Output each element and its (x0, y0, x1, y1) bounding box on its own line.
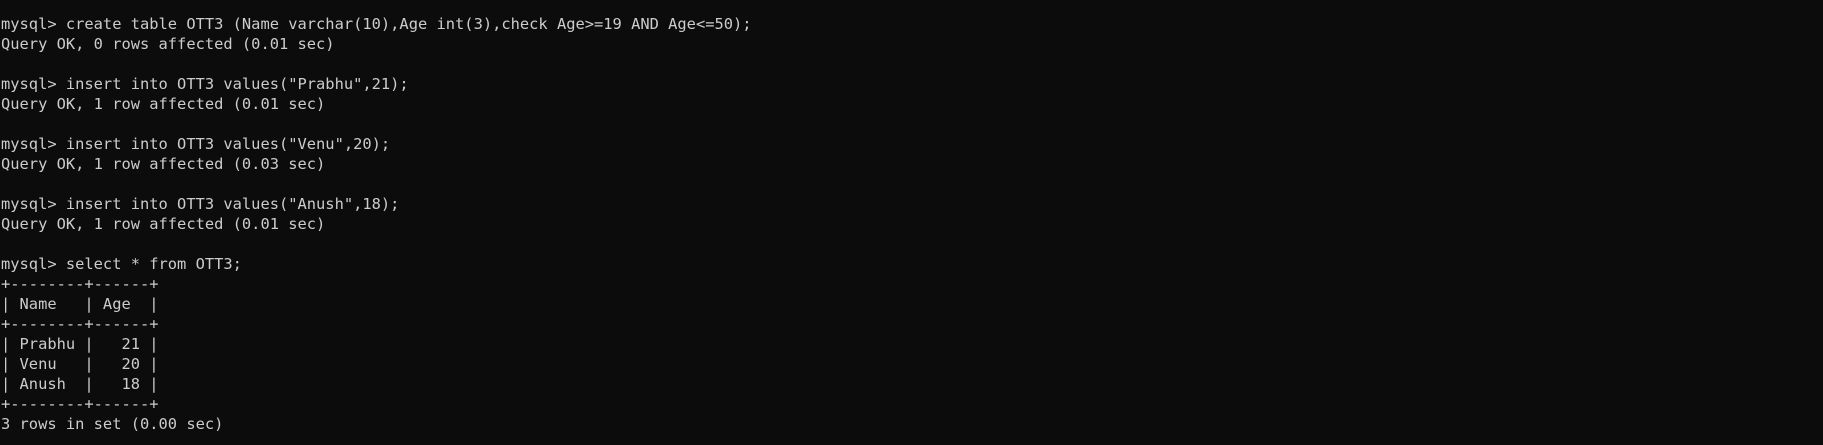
query-result-select: 3 rows in set (0.00 sec) (1, 415, 224, 433)
query-result-create: Query OK, 0 rows affected (0.01 sec) (1, 35, 335, 53)
query-result-insert-venu: Query OK, 1 row affected (0.03 sec) (1, 155, 326, 173)
result-table-row: | Anush | 18 | (1, 375, 159, 393)
result-table-row: | Venu | 20 | (1, 355, 159, 373)
query-result-insert-prabhu: Query OK, 1 row affected (0.01 sec) (1, 95, 326, 113)
terminal-window[interactable]: mysql> create table OTT3 (Name varchar(1… (0, 0, 1823, 445)
command-insert-prabhu: mysql> insert into OTT3 values("Prabhu",… (1, 75, 409, 93)
result-table-row: | Prabhu | 21 | (1, 335, 159, 353)
result-table-border-bottom: +--------+------+ (1, 395, 159, 413)
command-insert-anush: mysql> insert into OTT3 values("Anush",1… (1, 195, 400, 213)
command-insert-venu: mysql> insert into OTT3 values("Venu",20… (1, 135, 391, 153)
query-result-insert-anush: Query OK, 1 row affected (0.01 sec) (1, 215, 326, 233)
command-create-table: mysql> create table OTT3 (Name varchar(1… (1, 15, 752, 33)
command-select: mysql> select * from OTT3; (1, 255, 242, 273)
result-table-border-header: +--------+------+ (1, 315, 159, 333)
result-table-border-top: +--------+------+ (1, 275, 159, 293)
result-table-header: | Name | Age | (1, 295, 159, 313)
